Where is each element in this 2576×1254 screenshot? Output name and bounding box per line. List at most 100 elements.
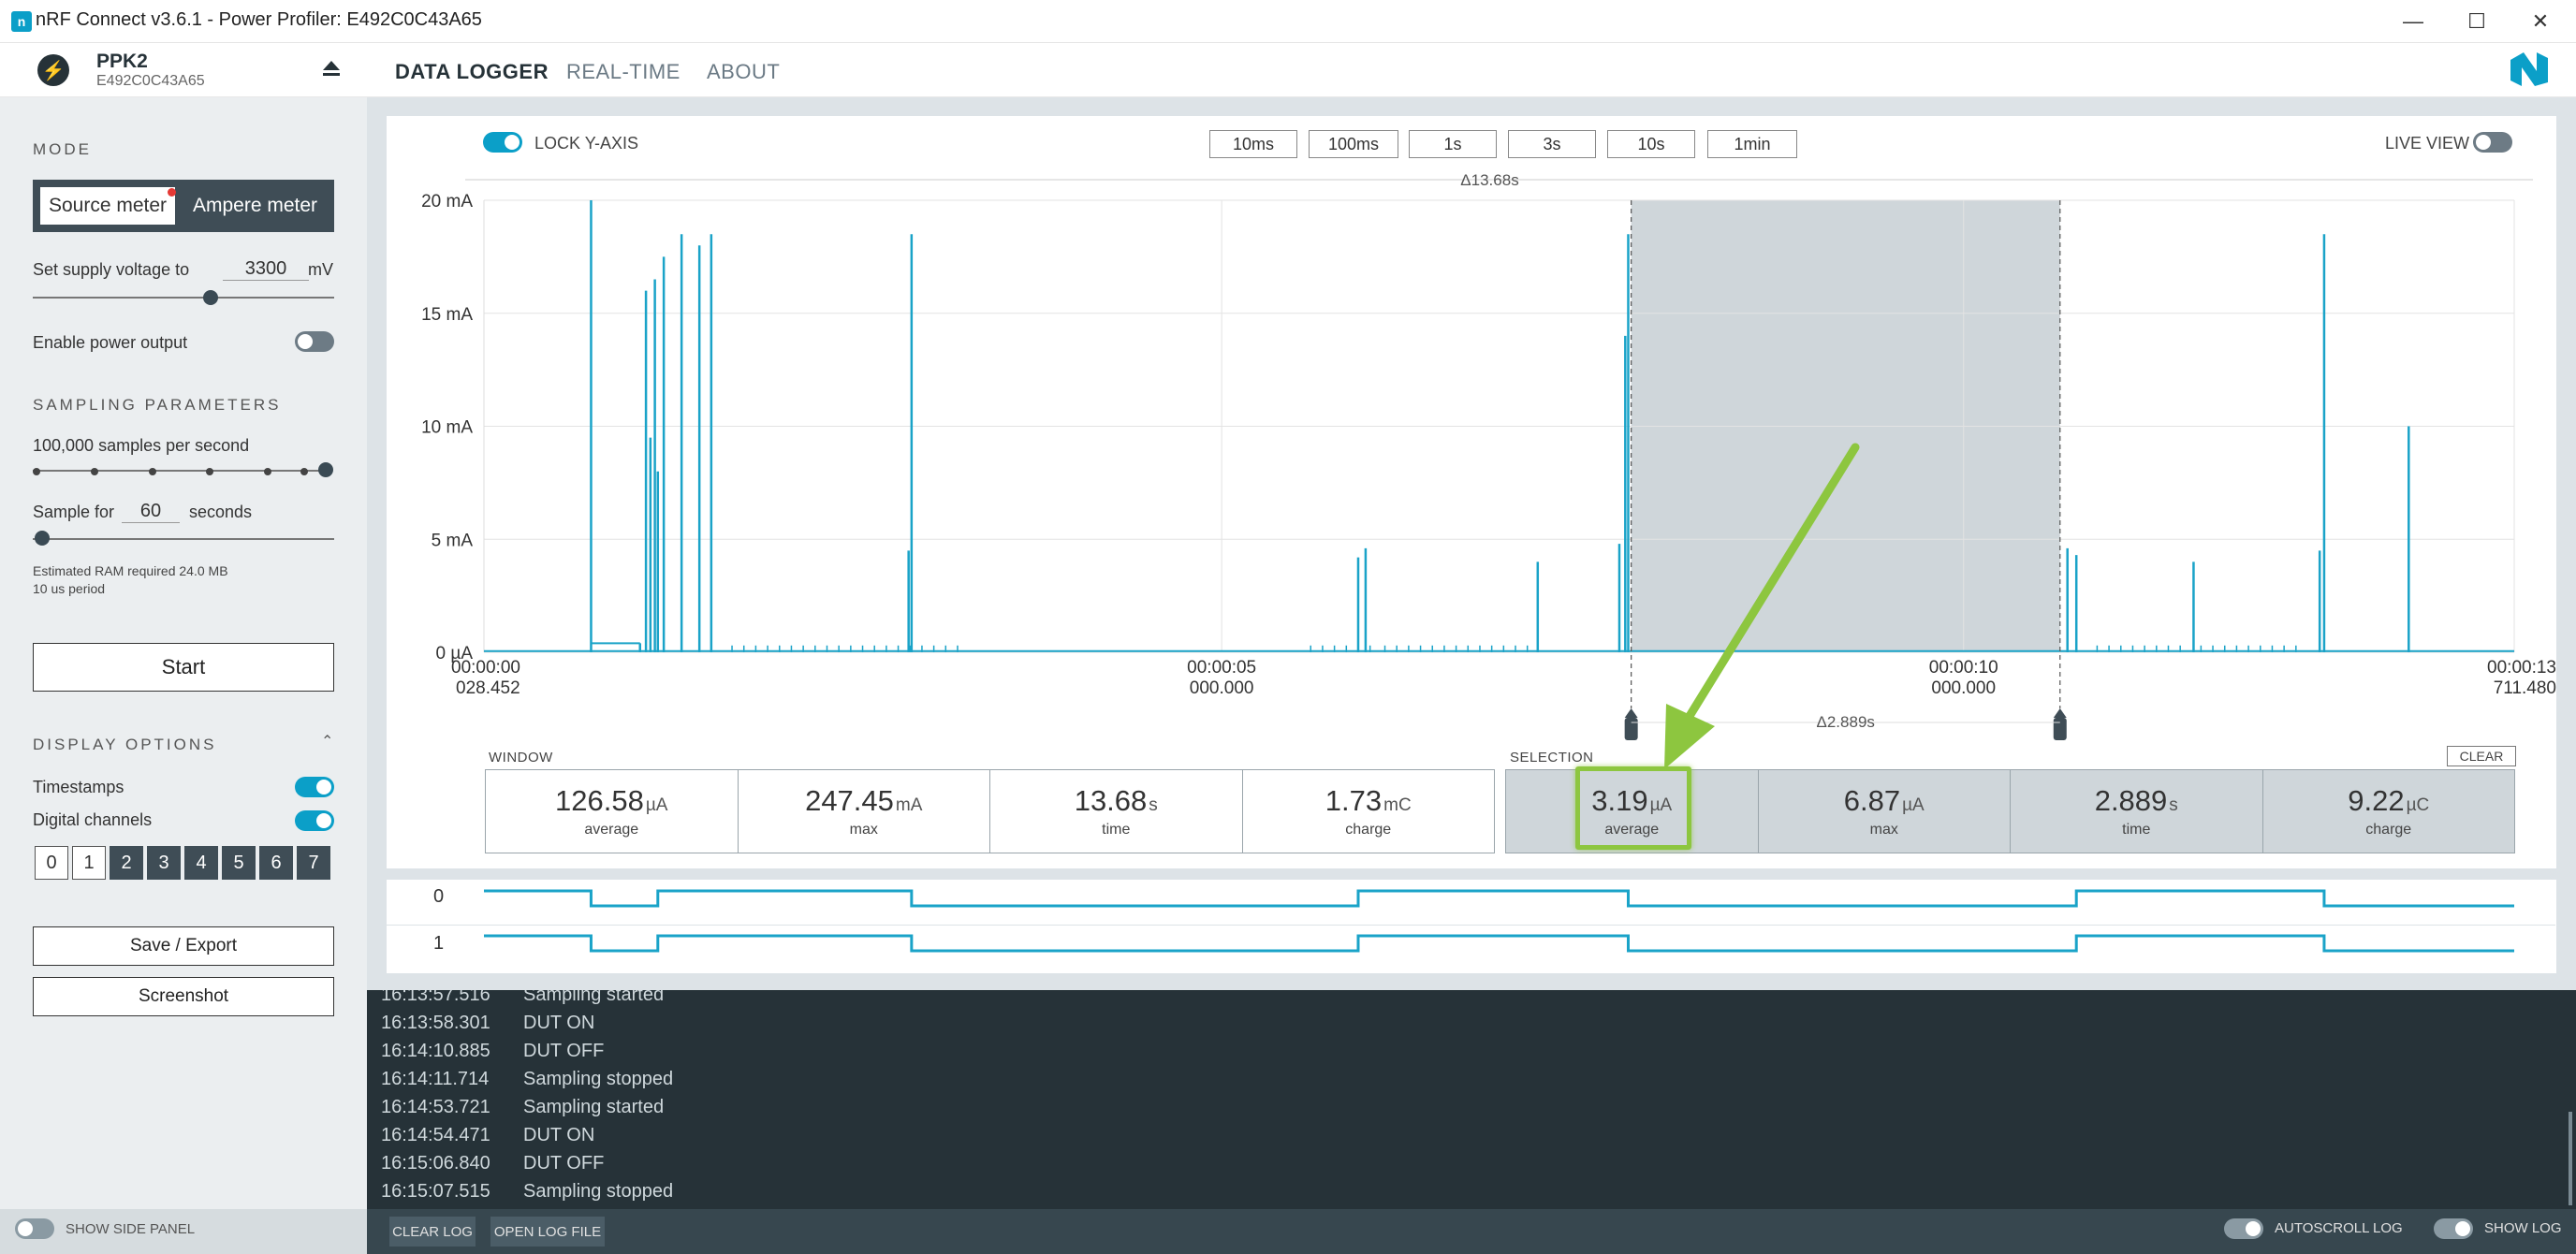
device-serial: E492C0C43A65 [96,73,205,89]
y-tick-label: 20 mA [421,192,473,211]
selection-max-stat: 6.87 µA max [1759,770,2011,853]
power-output-label: Enable power output [33,333,188,352]
x-tick-time: 00:00:00 [451,658,520,678]
zoom-100ms-button[interactable]: 100ms [1309,130,1398,158]
selection-time-caption: time [2122,822,2151,838]
log-time: 16:14:53.721 [381,1097,490,1117]
selection-stats-heading: SELECTION [1510,750,1594,766]
window-charge-caption: charge [1345,822,1392,838]
sampling-heading: SAMPLING PARAMETERS [33,396,282,414]
y-tick-label: 10 mA [421,418,473,438]
sample-for-label: Sample for [33,503,115,521]
digital-channels-toggle[interactable] [295,810,334,831]
window-delta-label: Δ13.68s [1460,171,1518,189]
display-options-heading: DISPLAY OPTIONS [33,736,217,753]
title-bar: n nRF Connect v3.6.1 - Power Profiler: E… [0,0,2576,43]
clear-log-button[interactable]: CLEAR LOG [389,1217,476,1247]
app-icon: n [11,11,32,32]
window-stats: 126.58 µA average 247.45 mA max 13.68 s time 1… [485,769,1495,853]
sample-for-input[interactable]: 60 [122,501,180,523]
channel-3-toggle[interactable]: 3 [147,846,181,880]
zoom-1min-button[interactable]: 1min [1707,130,1797,158]
window-average-stat: 126.58 µA average [486,770,739,853]
selection-time-stat: 2.889 s time [2011,770,2263,853]
collapse-chevron-icon[interactable]: ⌃ [321,732,333,751]
log-time: 16:15:07.515 [381,1181,490,1202]
sample-for-slider-knob[interactable] [35,531,50,546]
channel-1-toggle[interactable]: 1 [72,846,106,880]
save-export-button[interactable]: Save / Export [33,926,334,966]
log-time: 16:15:06.840 [381,1153,490,1174]
channel-0-toggle[interactable]: 0 [35,846,68,880]
supply-voltage-label: Set supply voltage to [33,260,190,279]
screenshot-button[interactable]: Screenshot [33,977,334,1016]
digital-channel-label: 1 [433,933,444,954]
log-entry: 16:15:06.840 DUT OFF [381,1153,604,1174]
window-average-caption: average [584,822,639,838]
log-scrollbar[interactable] [2569,1112,2572,1205]
selection-time-value: 2.889 [2094,784,2168,817]
selection-charge-caption: charge [2365,822,2412,838]
log-entry: 16:13:58.301 DUT ON [381,1013,594,1034]
channel-5-toggle[interactable]: 5 [222,846,256,880]
zoom-1s-button[interactable]: 1s [1409,130,1497,158]
digital-channel-label: 0 [433,886,444,907]
tab-data-logger[interactable]: DATA LOGGER [395,60,549,84]
zoom-10s-button[interactable]: 10s [1607,130,1695,158]
ampere-meter-button[interactable]: Ampere meter [183,187,328,225]
log-panel: 16:13:57.516 Sampling started 16:13:58.301… [367,990,2576,1209]
x-tick-ms: 711.480 [2494,678,2556,698]
window-time-value: 13.68 [1074,784,1148,817]
selection-max-unit: µA [1902,795,1925,815]
tab-real-time[interactable]: REAL-TIME [566,60,681,84]
power-output-toggle[interactable] [295,331,334,352]
samples-rate-slider-knob[interactable] [318,462,333,477]
log-message: DUT ON [523,1125,595,1145]
log-time: 16:14:11.714 [381,1069,490,1089]
tab-about[interactable]: ABOUT [707,60,780,84]
timestamps-toggle[interactable] [295,777,334,797]
eject-icon[interactable] [321,58,342,79]
window-time-unit: s [1149,795,1158,815]
selection-time-unit: s [2169,795,2178,815]
channel-2-toggle[interactable]: 2 [110,846,143,880]
x-tick-ms: 000.000 [1931,678,1996,698]
show-side-panel-toggle[interactable] [15,1218,54,1239]
log-entry: 16:14:54.471 DUT ON [381,1125,594,1146]
nordic-logo-icon [2509,51,2550,88]
app-header: ⚡ PPK2 E492C0C43A65 DATA LOGGER REAL-TIM… [0,43,2576,97]
log-message: DUT ON [523,1013,595,1033]
close-button[interactable]: ✕ [2505,0,2576,43]
sample-for-slider[interactable] [33,538,334,540]
start-button[interactable]: Start [33,643,334,692]
zoom-10ms-button[interactable]: 10ms [1209,130,1297,158]
lock-y-axis-toggle[interactable] [483,132,522,153]
open-log-file-button[interactable]: OPEN LOG FILE [490,1217,605,1247]
channel-7-toggle[interactable]: 7 [297,846,330,880]
window-max-unit: mA [895,795,923,815]
timestamps-label: Timestamps [33,778,124,796]
clear-selection-button[interactable]: CLEAR [2447,746,2516,766]
log-message: Sampling stopped [523,1069,674,1089]
maximize-button[interactable]: ☐ [2441,0,2512,43]
show-log-toggle[interactable] [2434,1218,2473,1239]
channel-6-toggle[interactable]: 6 [259,846,293,880]
source-meter-button[interactable]: Source meter [40,187,175,225]
autoscroll-log-toggle[interactable] [2224,1218,2263,1239]
current-chart[interactable]: 0 µA5 mA10 mA15 mA20 mAΔ13.68sΔ2.889s00:… [387,159,2556,749]
selection-handle [2053,718,2067,740]
autoscroll-log-label: AUTOSCROLL LOG [2275,1220,2403,1236]
selection-charge-unit: µC [2406,795,2430,815]
log-message: Sampling started [523,1097,665,1117]
log-time: 16:13:57.516 [381,990,490,1005]
minimize-button[interactable]: — [2378,0,2449,43]
supply-voltage-input[interactable]: 3300 [223,258,309,281]
x-tick-time: 00:00:05 [1187,658,1256,678]
live-view-toggle[interactable] [2473,132,2512,153]
supply-voltage-slider-knob[interactable] [203,290,218,305]
zoom-3s-button[interactable]: 3s [1508,130,1596,158]
channel-4-toggle[interactable]: 4 [184,846,218,880]
y-tick-label: 5 mA [432,531,474,550]
x-tick-time: 00:00:13 [2487,658,2556,678]
supply-voltage-slider[interactable] [33,297,334,299]
